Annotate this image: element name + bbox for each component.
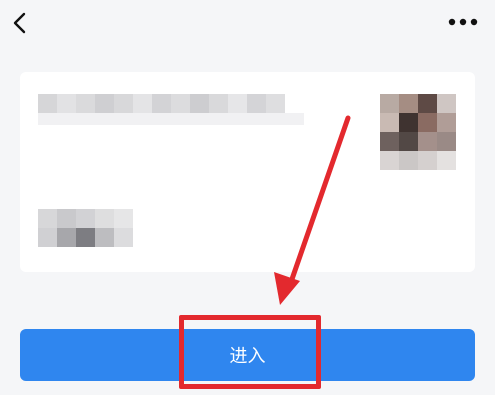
card-title-blurred-fade (38, 113, 304, 125)
back-button[interactable] (6, 6, 34, 40)
enter-button-label: 进入 (229, 346, 266, 367)
more-options-button[interactable] (445, 10, 481, 34)
top-bar (0, 0, 495, 48)
enter-button[interactable]: 进入 (20, 329, 475, 381)
card-title-blurred (38, 94, 285, 113)
avatar (380, 94, 456, 170)
chevron-left-icon (13, 12, 26, 34)
card-subtitle-blurred-2 (38, 228, 133, 247)
more-horizontal-icon (448, 18, 478, 26)
card-subtitle-blurred (38, 209, 133, 228)
info-card (20, 72, 475, 272)
